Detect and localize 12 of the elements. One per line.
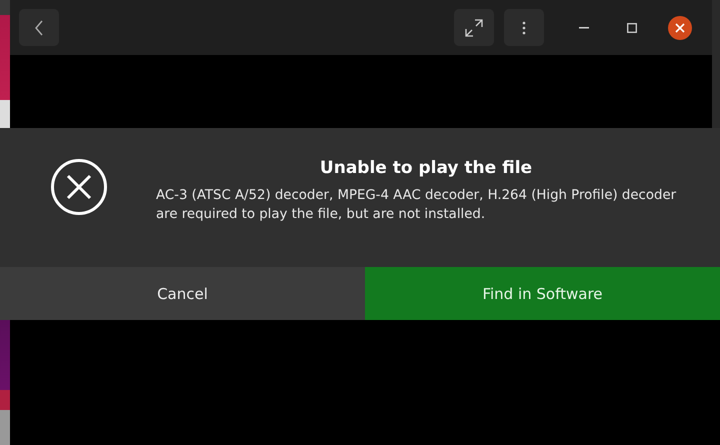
find-in-software-button[interactable]: Find in Software — [365, 267, 720, 320]
close-icon[interactable] — [668, 16, 692, 40]
dialog-message: AC-3 (ATSC A/52) decoder, MPEG-4 AAC decoder, H.264 (High Profile) decoder are required to play the file, but are not installed. — [156, 187, 678, 224]
minimize-icon[interactable] — [579, 26, 589, 28]
dialog-title: Unable to play the file — [320, 158, 532, 178]
fullscreen-button[interactable] — [454, 9, 494, 46]
expand-icon — [465, 18, 483, 36]
cancel-button[interactable]: Cancel — [0, 267, 365, 320]
menu-icon — [522, 20, 526, 34]
back-icon — [35, 20, 43, 36]
error-icon — [50, 158, 108, 216]
maximize-icon[interactable] — [627, 22, 637, 32]
